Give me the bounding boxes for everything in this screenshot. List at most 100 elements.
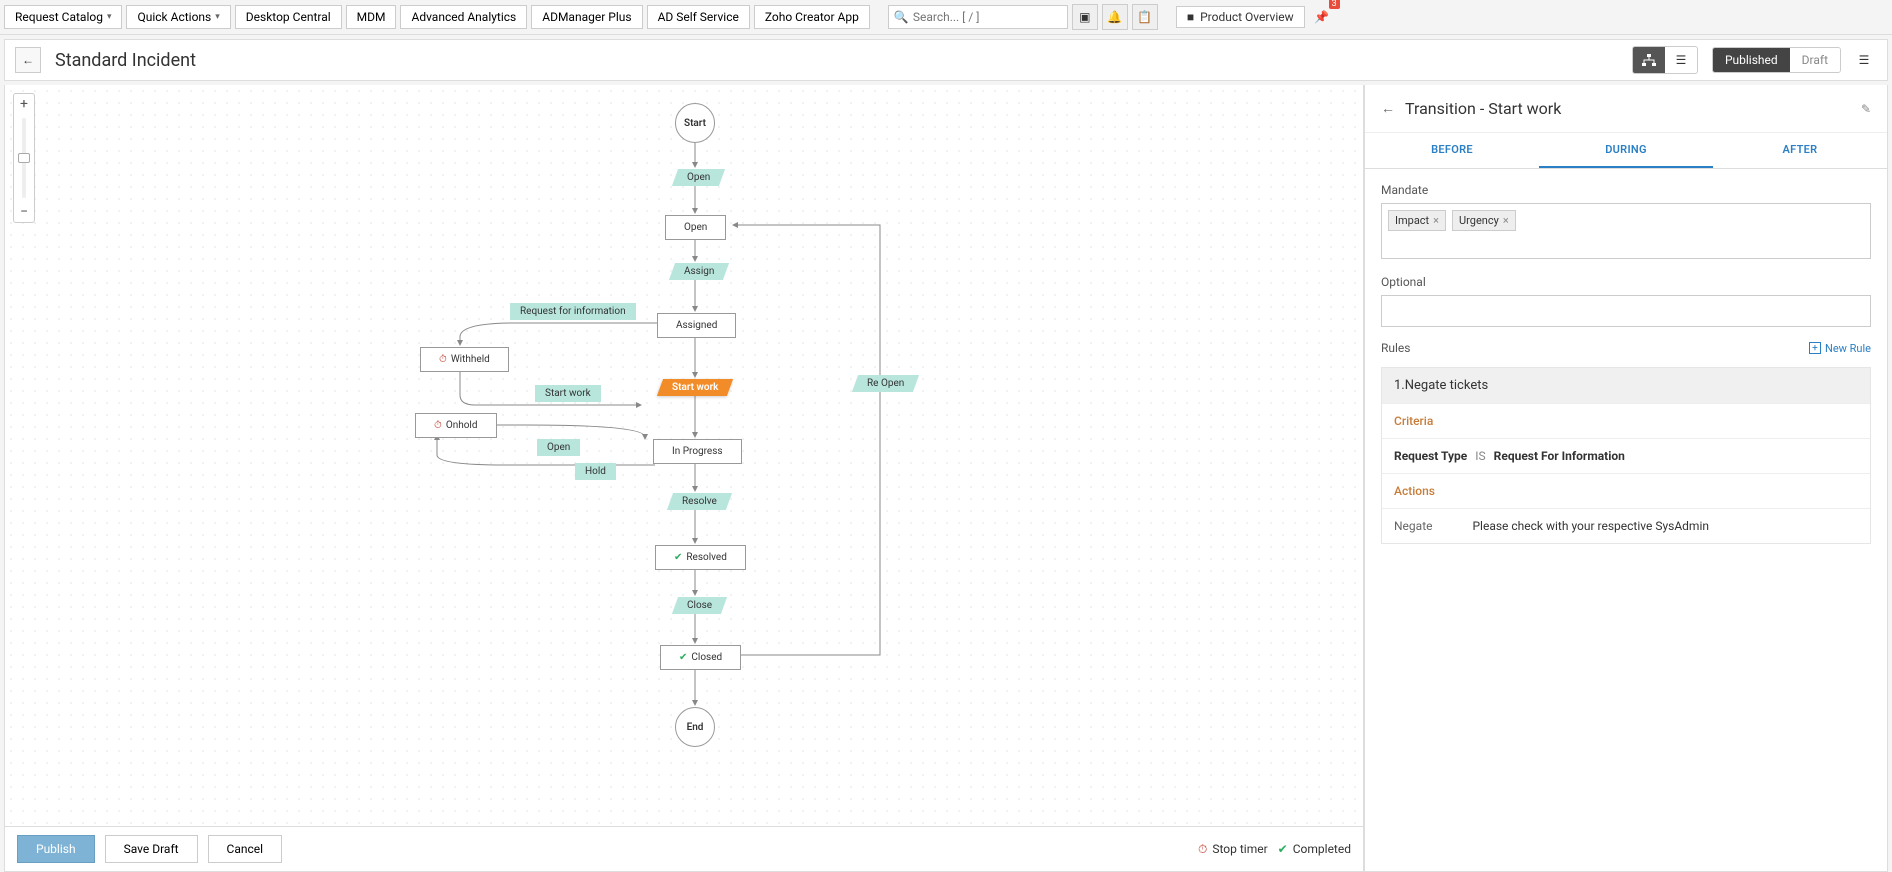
tag-urgency[interactable]: Urgency× [1452,210,1516,231]
state-in-progress[interactable]: In Progress [653,439,742,464]
toggle-published[interactable]: Published [1713,48,1790,72]
tag-impact[interactable]: Impact× [1388,210,1446,231]
criteria-row: Request Type IS Request For Information [1382,438,1870,473]
link-admanager-plus[interactable]: ADManager Plus [531,5,642,29]
criteria-section: Criteria [1382,403,1870,438]
pin-icon[interactable]: 📌 [1309,4,1335,30]
node-start[interactable]: Start [675,103,715,143]
link-desktop-central[interactable]: Desktop Central [235,5,342,29]
legend-completed: ✔Completed [1278,842,1351,856]
trans-open[interactable]: Open [672,169,726,186]
close-icon[interactable]: × [1433,214,1439,227]
zoom-track[interactable] [22,118,26,198]
menu-icon[interactable]: ☰ [1851,47,1877,73]
flow-edges [5,85,1363,871]
actions-section: Actions [1382,473,1870,508]
trans-resolve[interactable]: Resolve [667,493,732,510]
view-diagram[interactable] [1633,47,1665,73]
zoom-in[interactable]: + [14,94,34,114]
quick-actions-dropdown[interactable]: Quick Actions▾ [126,5,230,29]
publish-toggle: Published Draft [1712,47,1841,73]
close-icon[interactable]: × [1503,214,1509,227]
bell-icon[interactable]: 🔔 [1102,4,1128,30]
link-advanced-analytics[interactable]: Advanced Analytics [400,5,527,29]
publish-button[interactable]: Publish [17,835,95,863]
state-open[interactable]: Open [665,215,726,240]
screen-icon[interactable]: ▣ [1072,4,1098,30]
link-zoho-creator-app[interactable]: Zoho Creator App [754,5,870,29]
toggle-draft[interactable]: Draft [1790,48,1840,72]
optional-label: Optional [1381,275,1871,289]
trans-assign[interactable]: Assign [669,263,730,280]
search-input[interactable] [888,5,1068,29]
view-list[interactable]: ☰ [1665,47,1697,73]
canvas[interactable]: + − [4,85,1364,872]
trans-hold[interactable]: Hold [575,463,616,480]
video-icon: ■ [1187,10,1194,24]
rules-header: Rules +New Rule [1381,341,1871,355]
state-onhold[interactable]: ⏱Onhold [415,413,497,438]
search-wrap: 🔍 [888,5,1068,29]
action-row: Negate Please check with your respective… [1382,508,1870,543]
state-assigned[interactable]: Assigned [657,313,736,338]
trans-rfi[interactable]: Request for information [510,303,636,320]
trans-close[interactable]: Close [672,597,727,614]
trans-start-work[interactable]: Start work [535,385,601,402]
main: + − [4,85,1888,872]
zoom-thumb[interactable] [18,153,30,163]
caret-down-icon: ▾ [215,12,220,22]
trans-re-open[interactable]: Re Open [852,375,919,392]
node-end[interactable]: End [675,707,715,747]
clipboard-icon[interactable]: 📋 [1132,4,1158,30]
rule-card: 1.Negate tickets Criteria Request Type I… [1381,367,1871,544]
page-header: ← Standard Incident ☰ Published Draft ☰ [4,39,1888,81]
legend-stop-timer: ⏱Stop timer [1198,842,1268,857]
canvas-footer: Publish Save Draft Cancel ⏱Stop timer ✔C… [5,826,1363,871]
mandate-tagbox[interactable]: Impact× Urgency× [1381,203,1871,259]
product-overview[interactable]: ■ Product Overview [1176,6,1305,28]
action-msg: Please check with your respective SysAdm… [1472,519,1709,533]
panel-body: Mandate Impact× Urgency× Optional Rules … [1365,169,1887,558]
criteria-field: Request Type [1394,449,1467,463]
tab-after[interactable]: AFTER [1713,133,1887,168]
page-title: Standard Incident [55,50,196,71]
panel-tabs: BEFORE DURING AFTER [1365,133,1887,169]
link-mdm[interactable]: MDM [346,5,397,29]
trans-start-work-selected[interactable]: Start work [657,379,734,396]
zoom-control: + − [13,93,35,223]
topbar: Request Catalog▾ Quick Actions▾ Desktop … [0,0,1892,35]
edit-icon[interactable]: ✎ [1861,102,1871,116]
rules-label: Rules [1381,341,1410,355]
trans-open2[interactable]: Open [537,439,580,456]
timer-icon: ⏱ [1198,842,1207,857]
zoom-out[interactable]: − [14,202,34,222]
rule-title[interactable]: 1.Negate tickets [1382,368,1870,403]
new-rule-button[interactable]: +New Rule [1809,342,1871,355]
save-draft-button[interactable]: Save Draft [105,835,198,863]
search-icon: 🔍 [894,10,909,24]
state-closed[interactable]: ✔Closed [660,645,741,670]
link-ad-self-service[interactable]: AD Self Service [647,5,750,29]
right-panel: ← Transition - Start work ✎ BEFORE DURIN… [1364,85,1888,872]
cancel-button[interactable]: Cancel [208,835,283,863]
caret-down-icon: ▾ [107,12,112,22]
tab-during[interactable]: DURING [1539,133,1713,168]
panel-title: Transition - Start work [1405,99,1851,118]
tab-before[interactable]: BEFORE [1365,133,1539,168]
panel-back-icon[interactable]: ← [1381,100,1395,117]
mandate-label: Mandate [1381,183,1871,197]
back-button[interactable]: ← [15,47,41,73]
panel-header: ← Transition - Start work ✎ [1365,85,1887,133]
criteria-op: IS [1475,449,1485,463]
action-name: Negate [1394,519,1432,533]
check-icon: ✔ [1278,842,1288,856]
state-withheld[interactable]: ⏱Withheld [420,347,509,372]
plus-icon: + [1809,342,1821,354]
criteria-label: Criteria [1394,414,1433,428]
optional-tagbox[interactable] [1381,295,1871,327]
request-catalog-dropdown[interactable]: Request Catalog▾ [4,5,122,29]
actions-label: Actions [1394,484,1435,498]
view-toggle: ☰ [1632,46,1698,74]
criteria-value: Request For Information [1494,449,1625,463]
state-resolved[interactable]: ✔Resolved [655,545,746,570]
